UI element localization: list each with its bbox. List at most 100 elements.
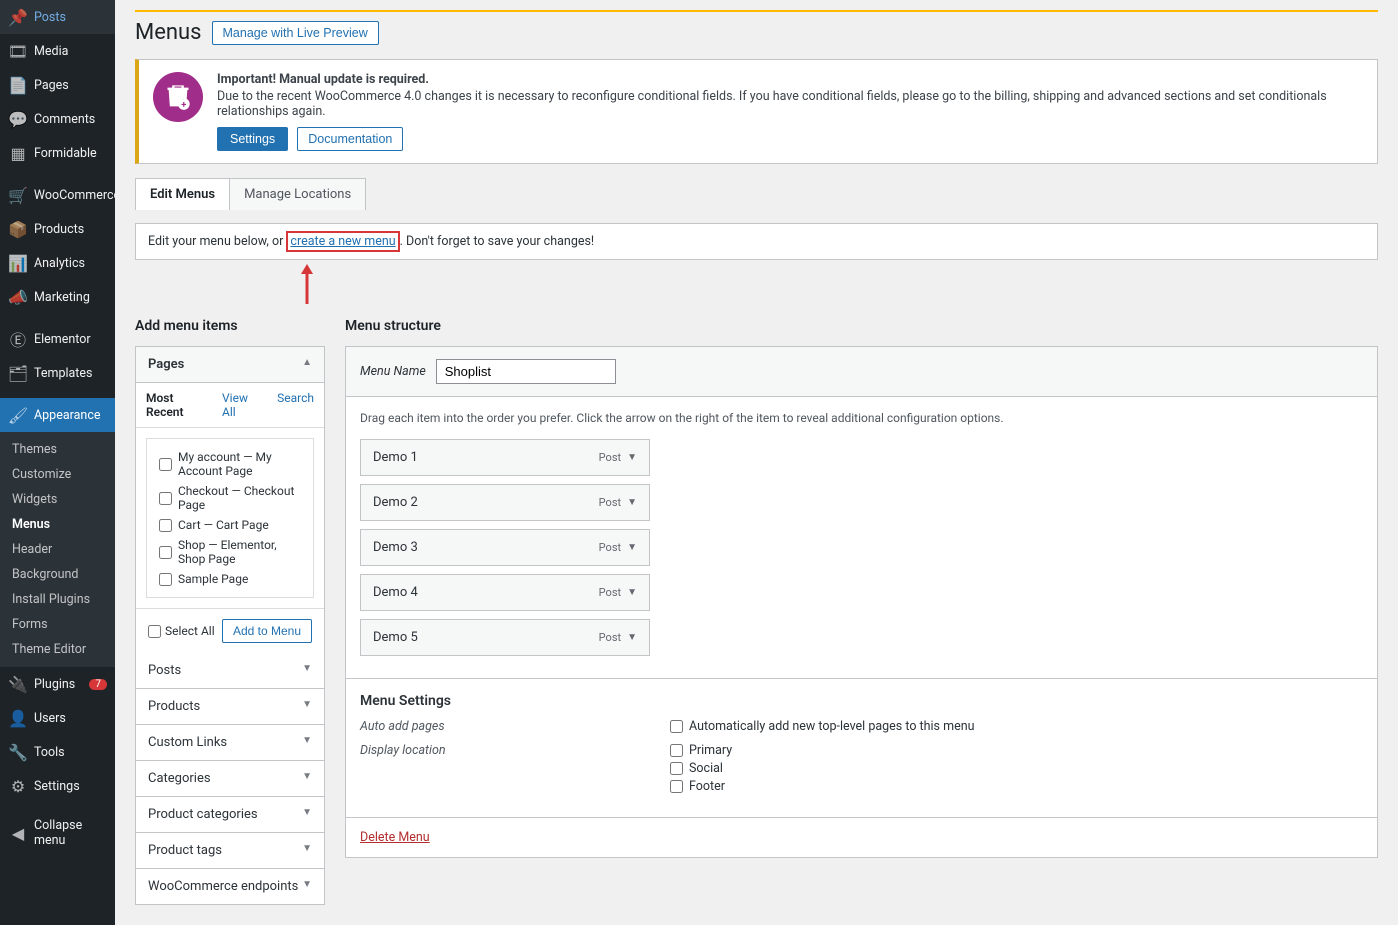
notice-docs-button[interactable]: Documentation: [297, 127, 403, 151]
checkbox[interactable]: [159, 573, 172, 586]
sidebar-item-elementor[interactable]: ⒺElementor: [0, 322, 115, 356]
checkbox[interactable]: [159, 492, 172, 505]
sidebar-item-appearance[interactable]: 🖌Appearance: [0, 398, 115, 432]
panel-custom-links-header[interactable]: Custom Links▼: [136, 725, 324, 761]
products-icon: 📦: [8, 219, 28, 239]
page-checkbox-item[interactable]: My account — My Account Page: [159, 447, 301, 481]
sidebar-item-formidable[interactable]: ▦Formidable: [0, 136, 115, 170]
menu-items-list: Demo 1Post▼ Demo 2Post▼ Demo 3Post▼ Demo…: [360, 439, 1363, 656]
tab-edit-menus[interactable]: Edit Menus: [136, 179, 230, 210]
menu-item-row[interactable]: Demo 2Post▼: [360, 484, 650, 521]
page-checkbox-item[interactable]: Sample Page: [159, 569, 301, 589]
sidebar-item-products[interactable]: 📦Products: [0, 212, 115, 246]
create-new-menu-link[interactable]: create a new menu: [290, 234, 395, 249]
tab-manage-locations[interactable]: Manage Locations: [230, 179, 365, 210]
menu-structure-title: Menu structure: [345, 318, 1378, 334]
page-checkbox-item[interactable]: Cart — Cart Page: [159, 515, 301, 535]
menu-item-row[interactable]: Demo 3Post▼: [360, 529, 650, 566]
checkbox[interactable]: [159, 519, 172, 532]
checkbox[interactable]: [670, 720, 683, 733]
menu-item-row[interactable]: Demo 5Post▼: [360, 619, 650, 656]
info-bar: Edit your menu below, or create a new me…: [135, 223, 1378, 260]
chevron-up-icon: ▲: [302, 357, 312, 372]
checkbox[interactable]: [670, 744, 683, 757]
submenu-background[interactable]: Background: [0, 562, 115, 587]
page-checkbox-item[interactable]: Shop — Elementor, Shop Page: [159, 535, 301, 569]
chevron-down-icon: ▼: [302, 807, 312, 822]
menu-settings-title: Menu Settings: [360, 693, 1363, 709]
appearance-icon: 🖌: [8, 405, 28, 425]
submenu-widgets[interactable]: Widgets: [0, 487, 115, 512]
notice-settings-button[interactable]: Settings: [217, 127, 288, 151]
submenu-install-plugins[interactable]: Install Plugins: [0, 587, 115, 612]
chevron-down-icon: ▼: [627, 497, 637, 508]
sidebar-item-settings[interactable]: ⚙Settings: [0, 769, 115, 803]
sidebar-item-media[interactable]: 🎞Media: [0, 34, 115, 68]
sidebar-item-tools[interactable]: 🔧Tools: [0, 735, 115, 769]
submenu-menus[interactable]: Menus: [0, 512, 115, 537]
subtab-view-all[interactable]: View All: [212, 383, 267, 427]
submenu-header[interactable]: Header: [0, 537, 115, 562]
menu-name-label: Menu Name: [360, 364, 426, 379]
panel-product-categories-header[interactable]: Product categories▼: [136, 797, 324, 833]
settings-icon: ⚙: [8, 776, 28, 796]
drag-hint: Drag each item into the order you prefer…: [360, 411, 1363, 425]
plugins-update-badge: 7: [89, 679, 107, 690]
submenu-themes[interactable]: Themes: [0, 437, 115, 462]
submenu-theme-editor[interactable]: Theme Editor: [0, 637, 115, 662]
sidebar-item-analytics[interactable]: 📊Analytics: [0, 246, 115, 280]
templates-icon: 🗂: [8, 363, 28, 383]
menu-item-row[interactable]: Demo 4Post▼: [360, 574, 650, 611]
main-content: Menus Manage with Live Preview + Importa…: [115, 0, 1398, 925]
panel-product-tags-header[interactable]: Product tags▼: [136, 833, 324, 869]
auto-add-checkbox[interactable]: Automatically add new top-level pages to…: [670, 719, 975, 734]
select-all-checkbox[interactable]: Select All: [148, 624, 215, 638]
submenu-forms[interactable]: Forms: [0, 612, 115, 637]
plugins-icon: 🔌: [8, 674, 28, 694]
subtab-search[interactable]: Search: [267, 383, 324, 427]
users-icon: 👤: [8, 708, 28, 728]
checkbox[interactable]: [148, 625, 161, 638]
subtab-most-recent[interactable]: Most Recent: [136, 383, 212, 427]
panel-products-header[interactable]: Products▼: [136, 689, 324, 725]
checkbox[interactable]: [670, 780, 683, 793]
woocommerce-icon: 🛒: [8, 185, 28, 205]
panel-woocommerce-endpoints-header[interactable]: WooCommerce endpoints▼: [136, 869, 324, 904]
notice-title: Important! Manual update is required.: [217, 72, 1363, 87]
panel-categories-header[interactable]: Categories▼: [136, 761, 324, 797]
annotation-arrow: [295, 264, 1378, 308]
menu-item-row[interactable]: Demo 1Post▼: [360, 439, 650, 476]
submenu-customize[interactable]: Customize: [0, 462, 115, 487]
panel-posts-header[interactable]: Posts▼: [136, 653, 324, 689]
menu-name-input[interactable]: [436, 359, 616, 384]
chevron-down-icon: ▼: [627, 542, 637, 553]
checkbox[interactable]: [159, 458, 172, 471]
checkbox[interactable]: [670, 762, 683, 775]
location-primary-checkbox[interactable]: Primary: [670, 743, 732, 758]
sidebar-collapse[interactable]: ◀Collapse menu: [0, 811, 115, 855]
checkbox[interactable]: [159, 546, 172, 559]
location-footer-checkbox[interactable]: Footer: [670, 779, 732, 794]
add-to-menu-button[interactable]: Add to Menu: [222, 619, 312, 643]
info-bar-after: . Don't forget to save your changes!: [400, 234, 595, 249]
page-icon: 📄: [8, 75, 28, 95]
chevron-down-icon: ▼: [302, 771, 312, 786]
location-social-checkbox[interactable]: Social: [670, 761, 732, 776]
manage-live-preview-button[interactable]: Manage with Live Preview: [212, 21, 379, 45]
auto-add-label: Auto add pages: [360, 719, 670, 737]
sidebar-item-comments[interactable]: 💬Comments: [0, 102, 115, 136]
page-checkbox-item[interactable]: Checkout — Checkout Page: [159, 481, 301, 515]
marketing-icon: 📣: [8, 287, 28, 307]
sidebar-item-plugins[interactable]: 🔌Plugins7: [0, 667, 115, 701]
sidebar-item-templates[interactable]: 🗂Templates: [0, 356, 115, 390]
sidebar-item-pages[interactable]: 📄Pages: [0, 68, 115, 102]
delete-menu-link[interactable]: Delete Menu: [360, 830, 430, 845]
sidebar-item-posts[interactable]: 📌Posts: [0, 0, 115, 34]
sidebar-item-woocommerce[interactable]: 🛒WooCommerce: [0, 178, 115, 212]
formidable-icon: ▦: [8, 143, 28, 163]
panel-pages-header[interactable]: Pages▲: [136, 347, 324, 383]
sidebar-item-marketing[interactable]: 📣Marketing: [0, 280, 115, 314]
chevron-down-icon: ▼: [302, 699, 312, 714]
sidebar-item-users[interactable]: 👤Users: [0, 701, 115, 735]
menu-tabs: Edit Menus Manage Locations: [135, 178, 366, 210]
